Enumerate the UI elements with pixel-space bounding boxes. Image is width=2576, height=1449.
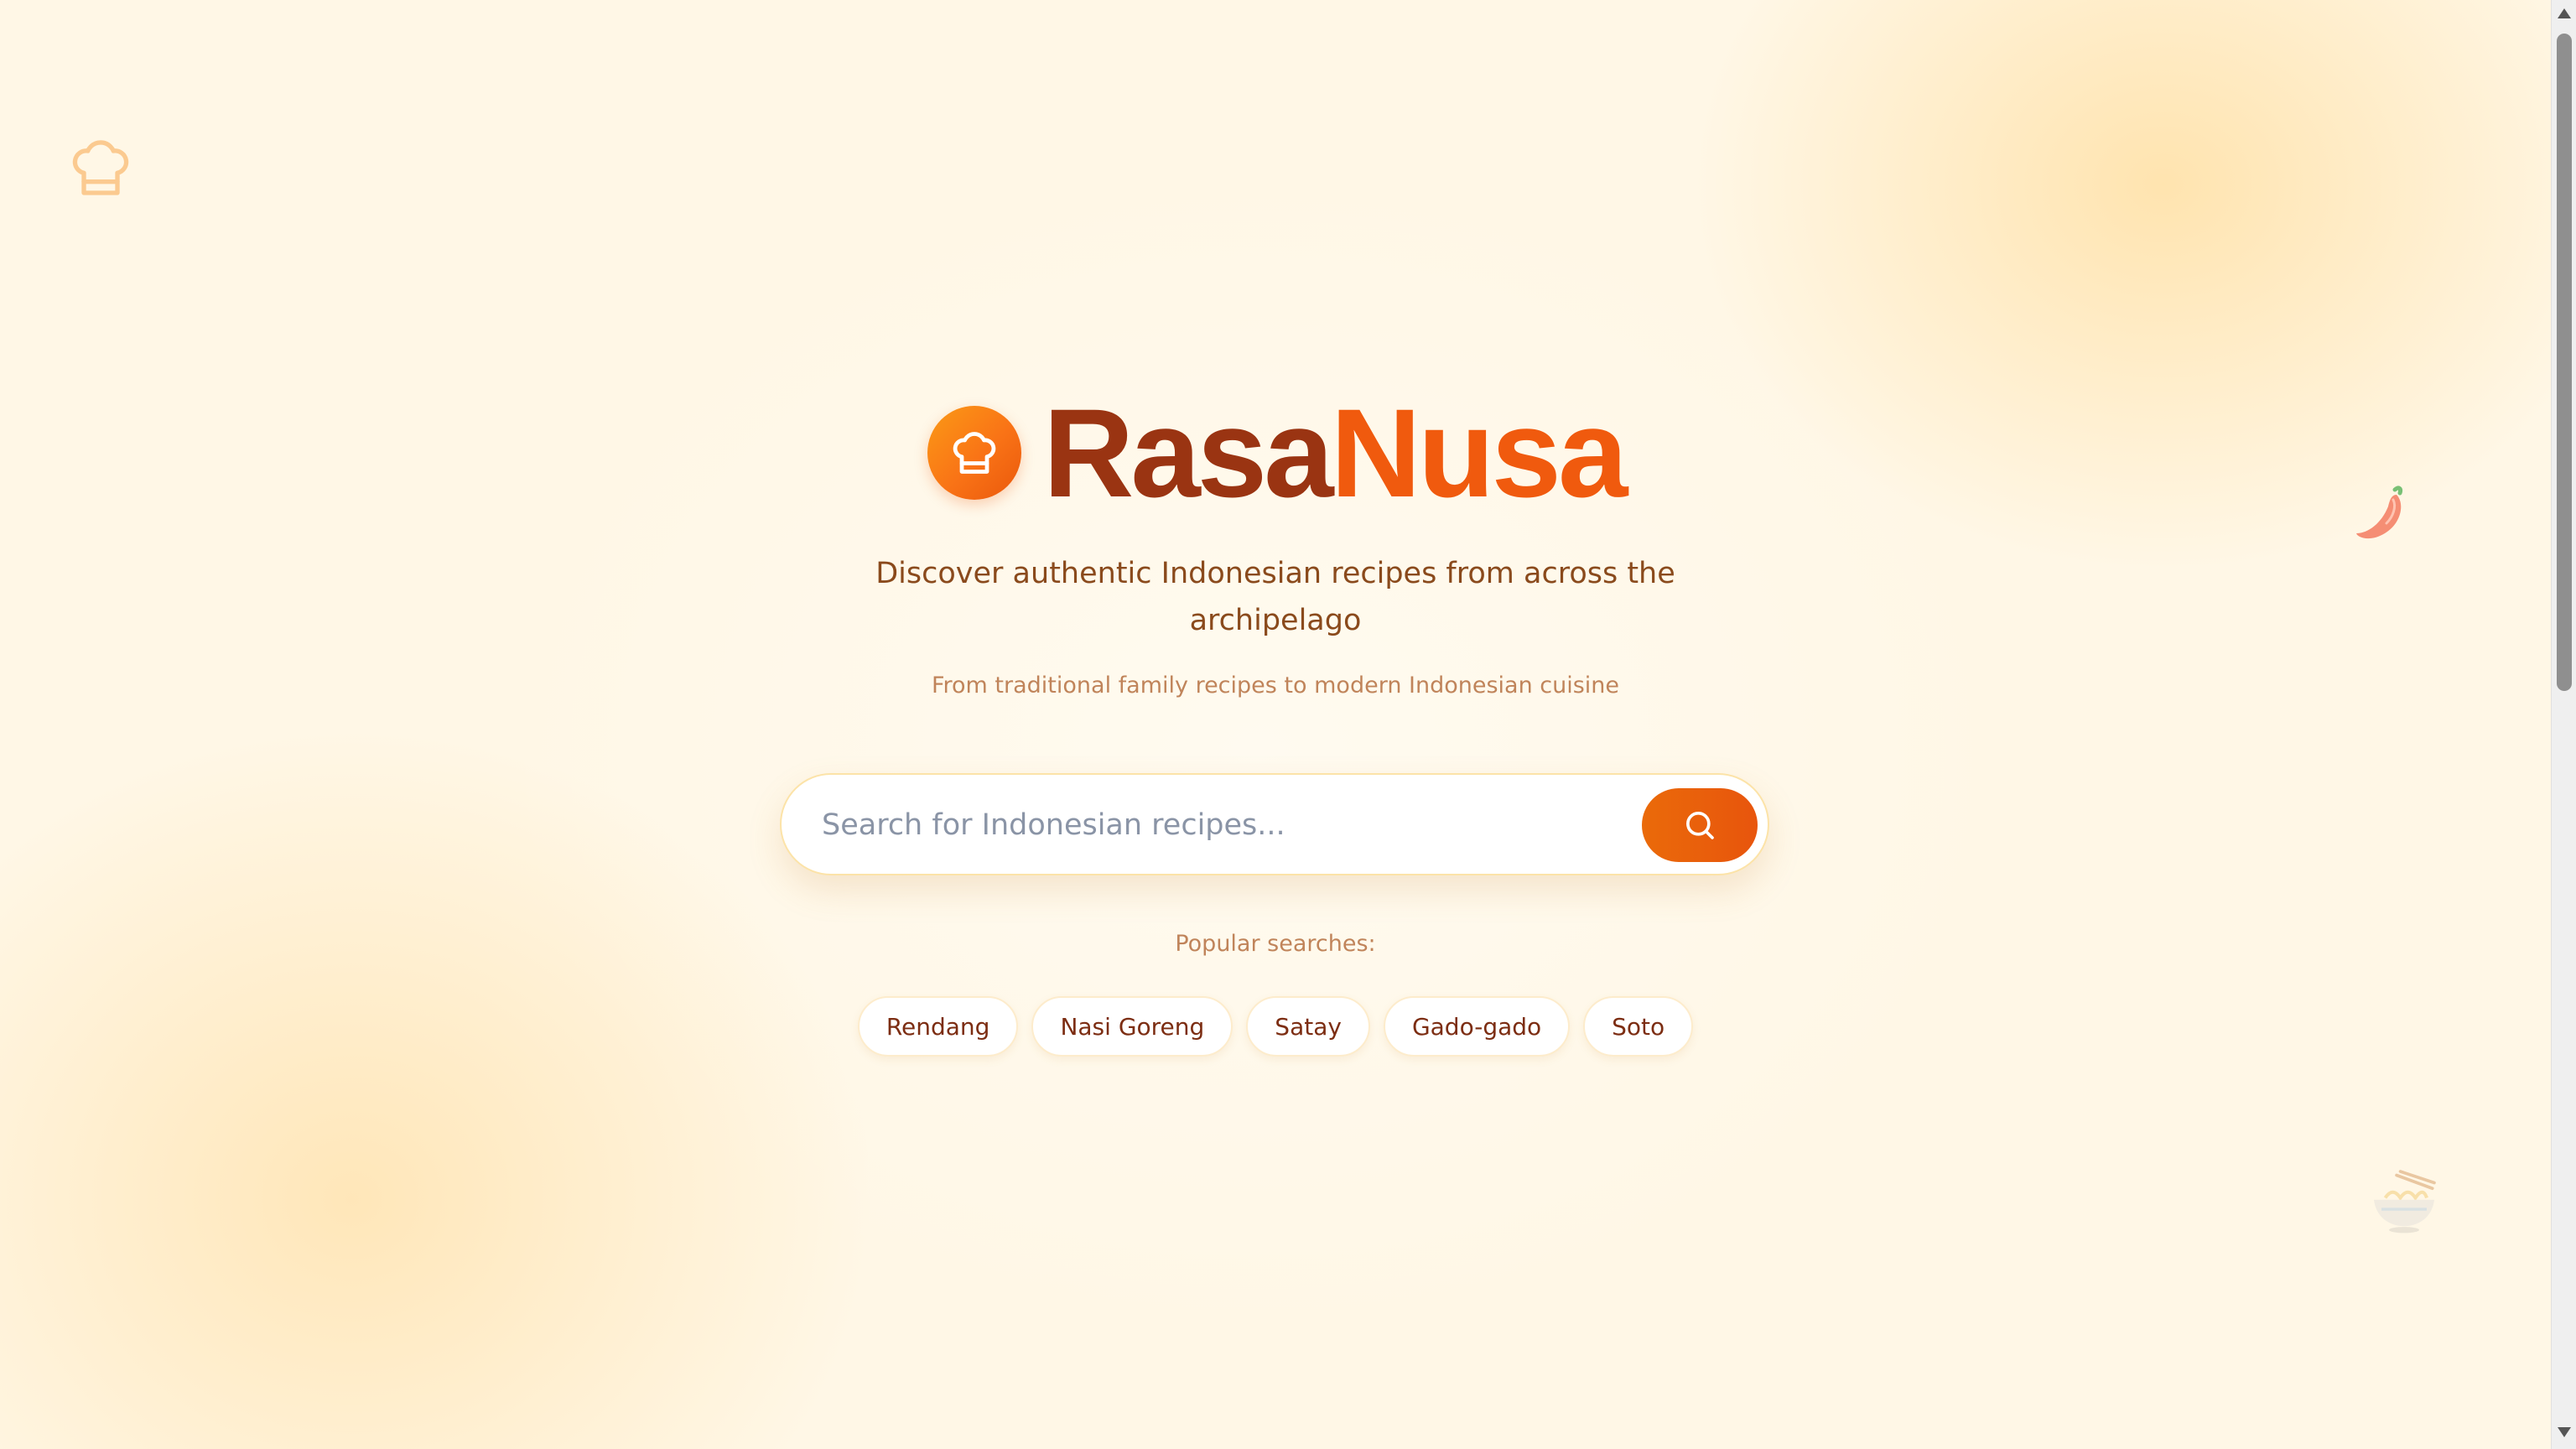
brand-name-nusa: Nusa [1330, 382, 1628, 523]
popular-searches-label: Popular searches: [1175, 931, 1376, 957]
popular-search-chip-gado-gado[interactable]: Gado-gado [1383, 996, 1571, 1057]
search-bar [780, 773, 1769, 875]
scroll-up-arrow-icon[interactable] [2558, 8, 2571, 18]
search-input[interactable] [820, 798, 1561, 852]
popular-search-chip-nasi-goreng[interactable]: Nasi Goreng [1031, 996, 1233, 1057]
chef-hat-icon [927, 406, 1021, 500]
hero-subtagline: From traditional family recipes to moder… [931, 673, 1620, 699]
search-icon [1686, 812, 1714, 839]
vertical-scrollbar[interactable] [2551, 0, 2576, 1449]
hero-tagline: Discover authentic Indonesian recipes fr… [875, 557, 1675, 637]
brand-name: RasaNusa [1043, 390, 1628, 516]
popular-search-chip-satay[interactable]: Satay [1246, 996, 1370, 1057]
popular-search-chip-soto[interactable]: Soto [1583, 996, 1694, 1057]
hero-section: RasaNusa Discover authentic Indonesian r… [0, 0, 2551, 1449]
search-button[interactable] [1642, 788, 1758, 862]
popular-search-chip-rendang[interactable]: Rendang [857, 996, 1019, 1057]
scrollbar-thumb[interactable] [2557, 34, 2572, 691]
brand-name-rasa: Rasa [1043, 382, 1334, 523]
brand-logo[interactable]: RasaNusa [927, 390, 1628, 516]
popular-searches-list: Rendang Nasi Goreng Satay Gado-gado Soto [0, 996, 2551, 1057]
scroll-down-arrow-icon[interactable] [2558, 1427, 2571, 1437]
